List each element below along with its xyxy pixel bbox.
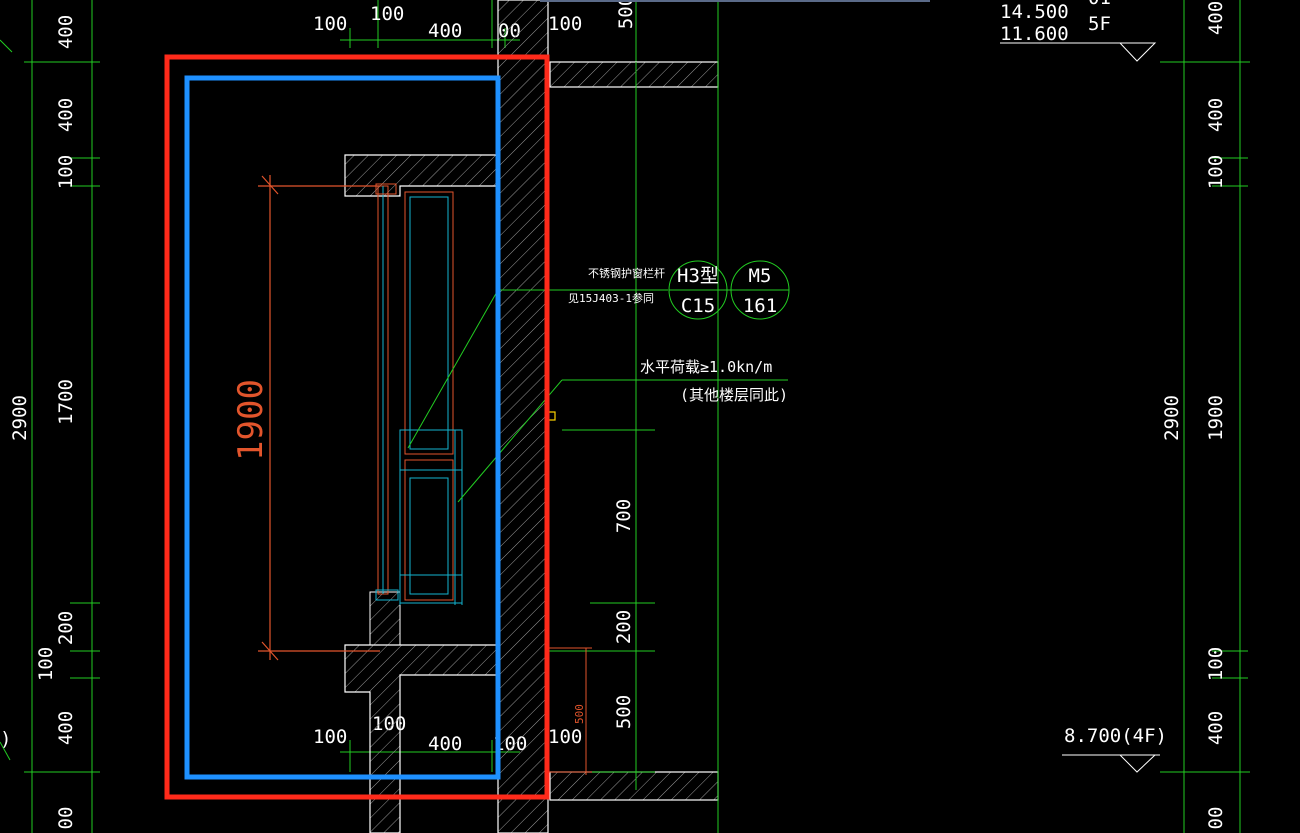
rail-dim-lower: 500	[613, 695, 635, 729]
right-dim-opening: 1900	[1205, 395, 1227, 441]
top-dim-e: 100	[548, 13, 582, 35]
left-margin-cut: )	[0, 728, 11, 750]
right-axis-labels: 400 400 100 2900 1900 100 400 00	[1161, 1, 1227, 830]
top-dim-c: 400	[428, 20, 462, 42]
cad-drawing-canvas[interactable]: 400 400 100 2900 1700 200 100 400 00 ) 4…	[0, 0, 1300, 833]
rail-dim-upper: 700	[613, 499, 635, 533]
elevation-upper-floor: 5F	[1088, 13, 1111, 35]
elevation-upper1: 14.500	[1000, 1, 1069, 23]
left-dim-story-total: 2900	[9, 395, 31, 441]
left-axis-labels: 400 400 100 2900 1700 200 100 400 00 )	[0, 15, 77, 830]
left-dim-upper: 400	[55, 98, 77, 132]
detail-ref-bottom-right: 161	[743, 295, 777, 317]
load-note: 水平荷载≥1.0kn/m (其他楼层同此)	[640, 358, 788, 404]
top-dim-a: 100	[313, 13, 347, 35]
detail-reference-symbol: H3型 C15 M5 161	[668, 260, 790, 320]
left-dim-sill-upper: 200	[55, 611, 77, 645]
elevation-lower: 8.700(4F)	[1064, 725, 1167, 747]
elevation-upper2: 11.600	[1000, 23, 1069, 45]
detail-ref-bottom-left: C15	[681, 295, 715, 317]
right-dim-lower: 400	[1205, 711, 1227, 745]
top-dimension-labels: 100 100 400 00 100 500	[313, 0, 637, 42]
left-dim-lower: 400	[55, 711, 77, 745]
elevation-partial: 01	[1088, 0, 1111, 9]
elevation-marks: 14.500 11.600 01 5F 8.700(4F)	[1000, 0, 1167, 773]
bottom-dim-e: 100	[548, 726, 582, 748]
left-dim-slab: 100	[55, 155, 77, 189]
detail-ref-top-left: H3型	[677, 265, 719, 287]
bottom-dim-c: 400	[428, 733, 462, 755]
load-note-line2: (其他楼层同此)	[680, 386, 788, 404]
right-dim-upper: 400	[1205, 98, 1227, 132]
railing-note: 不锈钢护窗栏杆 见15J403-1参同	[568, 266, 665, 305]
main-height-dimension	[258, 175, 380, 661]
bottom-dim-a: 100	[313, 726, 347, 748]
top-dim-b: 100	[370, 3, 404, 25]
right-dim-top-cut: 400	[1205, 1, 1227, 35]
main-height-dim-label: 1900	[231, 379, 271, 461]
load-note-line1: 水平荷载≥1.0kn/m	[640, 358, 772, 376]
left-dim-opening: 1700	[55, 379, 77, 425]
left-dim-bottom-cut: 00	[55, 807, 77, 830]
right-dim-bottom-cut: 00	[1205, 807, 1227, 830]
right-dim-story-total: 2900	[1161, 395, 1183, 441]
railing-note-line2: 见15J403-1参同	[568, 291, 654, 305]
right-dim-slab: 100	[1205, 155, 1227, 189]
window-frame	[375, 183, 463, 605]
detail-ref-top-right: M5	[749, 265, 772, 287]
left-dim-sill-lower: 100	[35, 647, 57, 681]
rail-dimension-labels: 700 200 500 500	[573, 499, 635, 729]
rail-dim-small: 500	[573, 704, 586, 724]
top-dim-right: 500	[615, 0, 637, 29]
rail-dim-middle: 200	[613, 610, 635, 644]
left-dim-top-cut: 400	[55, 15, 77, 49]
railing-note-line1: 不锈钢护窗栏杆	[588, 266, 665, 280]
right-dim-sill: 100	[1205, 647, 1227, 681]
